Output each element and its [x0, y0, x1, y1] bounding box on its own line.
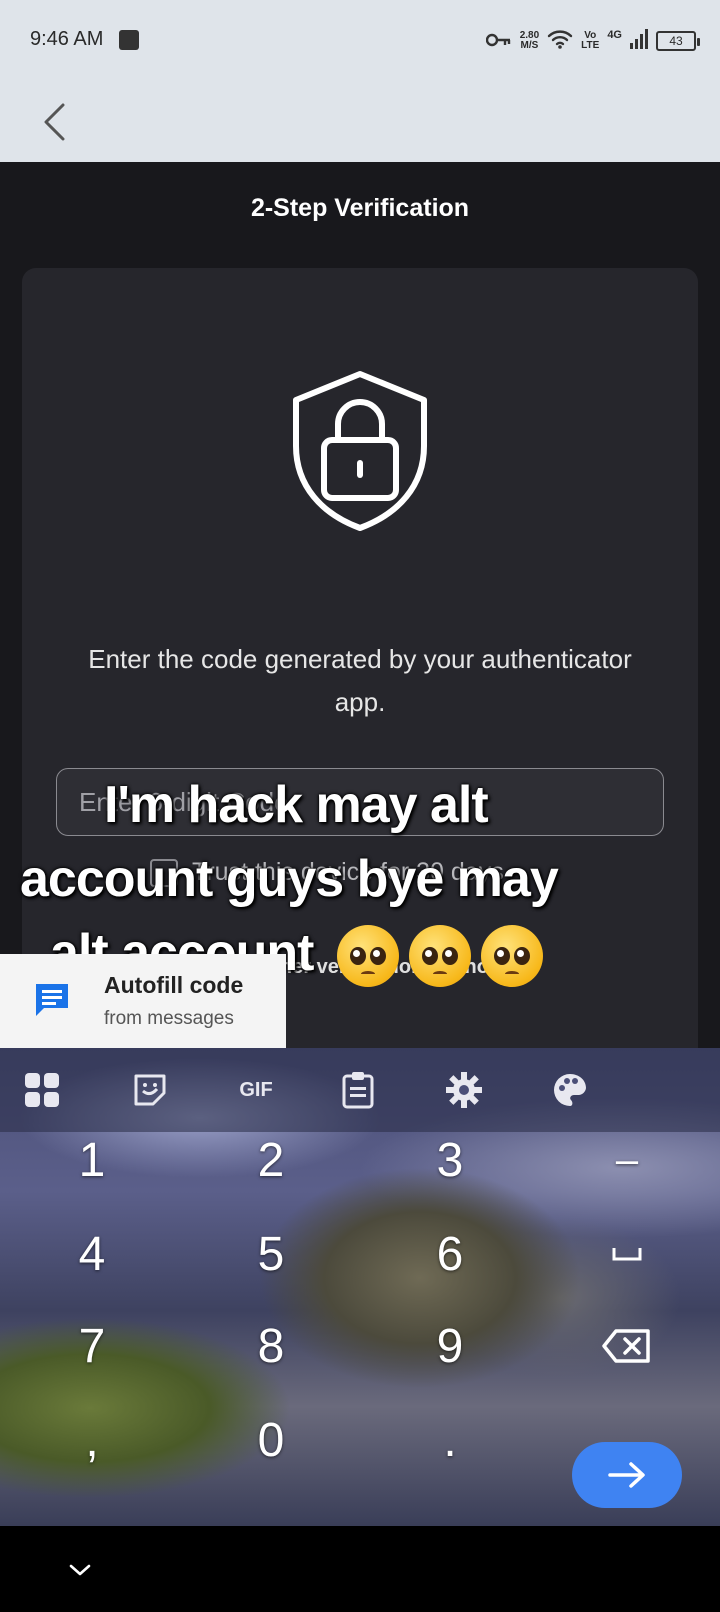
- signal-icon: [630, 29, 648, 53]
- apps-grid-icon[interactable]: [20, 1068, 64, 1112]
- caption-line-2: account guys bye may: [20, 850, 559, 908]
- backspace-icon: [602, 1329, 650, 1363]
- palette-icon[interactable]: [548, 1068, 592, 1112]
- network-type: 4G: [607, 29, 622, 41]
- back-button[interactable]: [32, 98, 76, 146]
- arrow-right-icon: [608, 1462, 645, 1488]
- battery-level: 43: [669, 34, 683, 48]
- numeric-keyboard: GIF 1 2 3 – 4 5 6 7 8 9 , 0 .: [0, 1048, 720, 1526]
- key-7[interactable]: 7: [32, 1304, 152, 1388]
- message-icon: [32, 980, 72, 1020]
- shield-lock-icon: [286, 368, 434, 536]
- chevron-left-icon: [44, 103, 65, 141]
- pleading-face-icon: [336, 925, 399, 988]
- clipboard-icon[interactable]: [336, 1068, 380, 1112]
- key-6[interactable]: 6: [390, 1212, 510, 1296]
- gif-label: GIF: [239, 1078, 273, 1101]
- vpn-key-icon: [485, 32, 512, 51]
- pleading-emoji-row: [336, 925, 543, 988]
- instruction-text: Enter the code generated by your authent…: [88, 644, 632, 717]
- status-time: 9:46 AM: [30, 28, 104, 50]
- key-3[interactable]: 3: [390, 1118, 510, 1202]
- backspace-key[interactable]: [567, 1304, 687, 1388]
- key-8[interactable]: 8: [211, 1304, 331, 1388]
- speed-unit: M/S: [520, 40, 539, 51]
- autofill-suggestion[interactable]: Autofill code from messages: [0, 954, 286, 1048]
- key-4[interactable]: 4: [32, 1212, 152, 1296]
- enter-key[interactable]: [572, 1442, 682, 1508]
- volte-indicator: Vo LTE: [581, 31, 599, 51]
- battery-icon: 43: [656, 31, 700, 51]
- key-5[interactable]: 5: [211, 1212, 331, 1296]
- pleading-face-icon: [480, 925, 543, 988]
- key-period[interactable]: .: [390, 1398, 510, 1482]
- status-bar: 9:46 AM 2.80 M/S Vo LTE 4G 43: [0, 0, 720, 82]
- key-0[interactable]: 0: [211, 1398, 331, 1482]
- autofill-title: Autofill code: [104, 972, 244, 998]
- key-2[interactable]: 2: [211, 1118, 331, 1202]
- screen: 9:46 AM 2.80 M/S Vo LTE 4G 43 2-Step Ver…: [0, 0, 720, 1612]
- sticker-icon[interactable]: [128, 1068, 172, 1112]
- autofill-subtitle: from messages: [104, 1008, 234, 1029]
- network-speed: 2.80 M/S: [520, 31, 539, 51]
- key-1[interactable]: 1: [32, 1118, 152, 1202]
- navigation-bar: [0, 1526, 720, 1612]
- gif-icon[interactable]: GIF: [228, 1068, 284, 1112]
- app-bar: [0, 82, 720, 162]
- caption-line-1: I'm hack may alt: [104, 776, 489, 834]
- key-9[interactable]: 9: [390, 1304, 510, 1388]
- volte-bottom: LTE: [581, 40, 600, 51]
- notification-icon: [119, 30, 139, 50]
- wifi-icon: [547, 29, 573, 53]
- space-icon: [612, 1248, 642, 1261]
- space-key[interactable]: [567, 1212, 687, 1296]
- settings-gear-icon[interactable]: [442, 1068, 486, 1112]
- key-comma[interactable]: ,: [32, 1398, 152, 1482]
- chevron-down-icon: [69, 1564, 91, 1576]
- hide-keyboard-button[interactable]: [60, 1550, 100, 1590]
- status-icons: 2.80 M/S Vo LTE 4G 43: [485, 24, 700, 58]
- key-dash[interactable]: –: [567, 1118, 687, 1202]
- page-title: 2-Step Verification: [250, 194, 470, 222]
- pleading-face-icon: [408, 925, 471, 988]
